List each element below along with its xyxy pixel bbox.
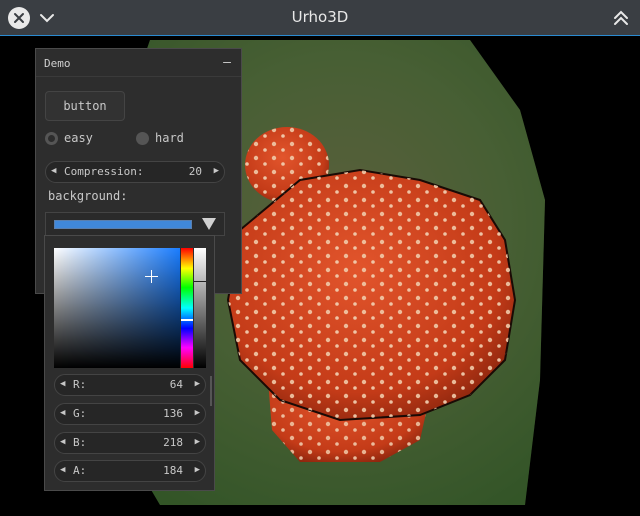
decrement-arrow-icon[interactable]: ◀ [60,379,65,389]
hue-marker [181,319,193,321]
color-picker-popup[interactable]: ◀ R: 64 ▶ ◀ G: 136 ▶ ◀ B: 218 ▶ ◀ A: 184… [44,235,215,491]
alpha-marker [194,281,206,282]
demo-button[interactable]: button [45,91,125,121]
increment-arrow-icon[interactable]: ▶ [214,166,219,176]
alpha-slider[interactable] [194,248,206,368]
alpha-label: A: [73,464,87,477]
green-label: G: [73,407,87,420]
radio-hard-label: hard [155,131,184,145]
red-property[interactable]: ◀ R: 64 ▶ [54,374,206,396]
crosshair-icon [145,270,158,283]
compression-label: Compression: [64,165,144,178]
title-bar: Urho3D [0,0,640,36]
green-value[interactable]: 136 [163,407,183,420]
blue-value[interactable]: 218 [163,436,183,449]
alpha-property[interactable]: ◀ A: 184 ▶ [54,460,206,482]
background-label: background: [48,189,128,203]
compression-value[interactable]: 20 [189,165,202,178]
radio-easy[interactable]: easy [45,131,93,145]
blue-property[interactable]: ◀ B: 218 ▶ [54,432,206,454]
increment-arrow-icon[interactable]: ▶ [195,465,200,475]
hue-slider[interactable] [181,248,193,368]
radio-easy-label: easy [64,131,93,145]
color-swatch [54,220,192,229]
radio-selected-icon [45,131,58,145]
green-property[interactable]: ◀ G: 136 ▶ [54,403,206,425]
blue-label: B: [73,436,87,449]
decrement-arrow-icon[interactable]: ◀ [60,465,65,475]
demo-window-header[interactable]: Demo – [36,49,241,77]
dropdown-triangle-icon [202,218,216,230]
double-chevron-up-icon[interactable] [612,8,630,28]
alpha-value[interactable]: 184 [163,464,183,477]
decrement-arrow-icon[interactable]: ◀ [60,408,65,418]
increment-arrow-icon[interactable]: ▶ [195,437,200,447]
radio-unselected-icon [136,131,149,145]
minimize-button[interactable]: – [223,55,231,70]
increment-arrow-icon[interactable]: ▶ [195,379,200,389]
decrement-arrow-icon[interactable]: ◀ [51,166,56,176]
decrement-arrow-icon[interactable]: ◀ [60,437,65,447]
red-label: R: [73,378,87,391]
saturation-value-field[interactable] [54,248,180,368]
compression-property[interactable]: ◀ Compression: 20 ▶ [45,161,225,183]
demo-window-title: Demo [44,57,71,70]
increment-arrow-icon[interactable]: ▶ [195,408,200,418]
red-value[interactable]: 64 [170,378,183,391]
background-color-combo[interactable] [45,212,225,236]
radio-hard[interactable]: hard [136,131,184,145]
window-title: Urho3D [291,8,349,26]
popup-scrollbar[interactable] [210,376,212,406]
